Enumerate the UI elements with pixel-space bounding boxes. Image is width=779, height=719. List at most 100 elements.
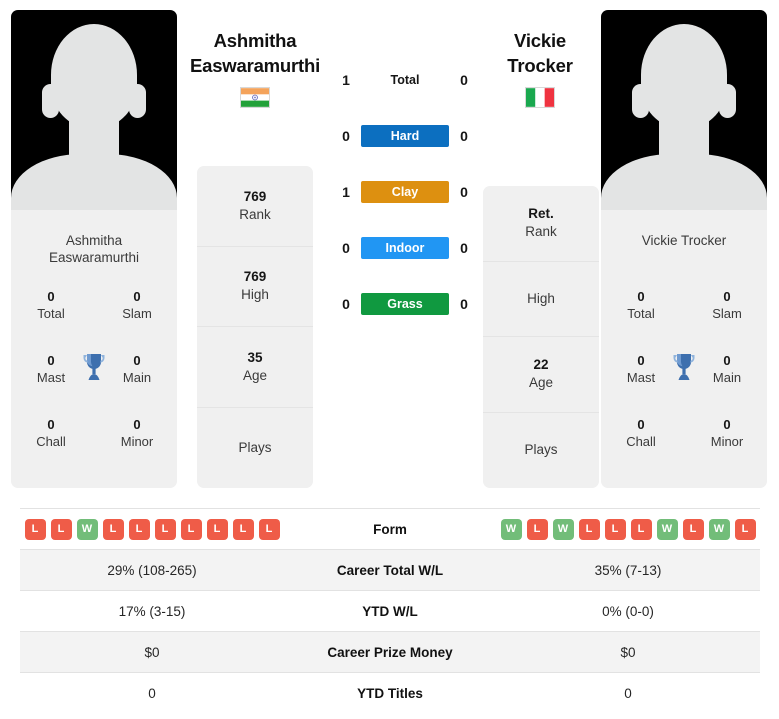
form-badge-l: L <box>206 518 228 540</box>
form-badge-w: W <box>500 518 522 540</box>
form-badge-l: L <box>682 518 704 540</box>
avatar-placeholder-icon <box>601 10 767 210</box>
form-badge-w: W <box>708 518 730 540</box>
table-row-career-prize-money: $0 Career Prize Money $0 <box>20 631 760 673</box>
info-row-age: 22 Age <box>483 337 599 413</box>
value-left: 29% (108-265) <box>20 549 284 591</box>
player-left-photo-caption: Ashmitha Easwaramurthi <box>11 210 177 286</box>
table-row-ytd-titles: 0 YTD Titles 0 <box>20 672 760 714</box>
stat-mast: 0 Mast <box>36 353 66 385</box>
h2h-row-clay: 1 Clay 0 <box>330 172 480 228</box>
value-left: 0 <box>148 685 156 701</box>
caption-line-2: Easwaramurthi <box>48 250 140 265</box>
form-badge-l: L <box>232 518 254 540</box>
stat-main: 0 Main <box>712 353 742 385</box>
row-label: Form <box>373 521 407 537</box>
form-badge-w: W <box>552 518 574 540</box>
comparison-table: LLWLLLLLLL Form WLWLLLWLWL 29% (108-265)… <box>20 508 760 714</box>
trophy-icon <box>673 354 695 380</box>
player-left-name: Ashmitha Easwaramurthi <box>189 30 321 76</box>
row-label: YTD W/L <box>362 603 418 619</box>
avatar-placeholder-icon <box>11 10 177 210</box>
h2h-row-hard: 0 Hard 0 <box>330 116 480 172</box>
stat-total: 0 Total <box>37 289 65 321</box>
caption-line-1: Vickie Trocker <box>641 233 727 248</box>
info-row-high: High <box>483 262 599 337</box>
trophy-icon <box>83 354 105 380</box>
info-row-age: 35 Age <box>197 327 313 408</box>
table-row-ytd-wl: 17% (3-15) YTD W/L 0% (0-0) <box>20 590 760 632</box>
h2h-left-count: 1 <box>342 184 350 200</box>
stat-chall: 0 Chall <box>36 417 66 449</box>
h2h-surface-bar-hard[interactable]: Hard <box>361 125 449 147</box>
player-card-right[interactable]: Vickie Trocker 0 Total 0 Slam 0 Mast 0 M… <box>601 10 767 488</box>
h2h-left-count: 0 <box>342 296 350 312</box>
stat-chall: 0 Chall <box>626 417 656 449</box>
caption-line-1: Ashmitha <box>65 233 123 248</box>
info-row-rank: 769 Rank <box>197 166 313 247</box>
h2h-left-count: 0 <box>342 128 350 144</box>
stat-minor: 0 Minor <box>710 417 744 449</box>
value-left: $0 <box>20 631 284 673</box>
form-badge-l: L <box>180 518 202 540</box>
form-badge-w: W <box>76 518 98 540</box>
form-badge-l: L <box>630 518 652 540</box>
h2h-surface-bar-clay[interactable]: Clay <box>361 181 449 203</box>
form-badge-l: L <box>128 518 150 540</box>
h2h-left-count: 0 <box>342 240 350 256</box>
form-right: WLWLLLWLWL <box>496 509 760 550</box>
info-row-plays: Plays <box>524 442 558 458</box>
value-right: 0 <box>624 685 632 701</box>
stat-total: 0 Total <box>627 289 655 321</box>
form-badge-l: L <box>154 518 176 540</box>
value-right: $0 <box>496 631 760 673</box>
value-right: 35% (7-13) <box>496 549 760 591</box>
h2h-label: Total <box>390 73 420 87</box>
flag-india-icon <box>240 87 270 108</box>
h2h-right-count: 0 <box>460 128 468 144</box>
player-comparison-header: Ashmitha Easwaramurthi 0 Total 0 Slam 0 … <box>0 0 779 494</box>
h2h-left-count: 1 <box>342 72 350 88</box>
info-row-rank: Ret. Rank <box>483 186 599 262</box>
table-row-form: LLWLLLLLLL Form WLWLLLWLWL <box>20 508 760 550</box>
h2h-right-count: 0 <box>460 296 468 312</box>
info-row-high: 769 High <box>197 247 313 327</box>
h2h-right-count: 0 <box>460 184 468 200</box>
form-badge-l: L <box>24 518 46 540</box>
form-badge-l: L <box>50 518 72 540</box>
form-badge-l: L <box>102 518 124 540</box>
form-badge-w: W <box>656 518 678 540</box>
h2h-right-count: 0 <box>460 240 468 256</box>
h2h-row-grass: 0 Grass 0 <box>330 284 480 340</box>
player-left-info-card[interactable]: 769 Rank 769 High 35 Age Plays <box>197 166 313 488</box>
form-badge-l: L <box>578 518 600 540</box>
player-left-titles-grid: 0 Total 0 Slam 0 Mast 0 Main 0 Chall 0 M… <box>11 286 177 488</box>
value-left: 17% (3-15) <box>118 603 186 619</box>
stat-main: 0 Main <box>122 353 152 385</box>
form-left: LLWLLLLLLL <box>20 509 284 550</box>
player-right-name: Vickie Trocker <box>507 30 573 76</box>
player-right-info-card[interactable]: Ret. Rank High 22 Age Plays <box>483 186 599 488</box>
stat-minor: 0 Minor <box>120 417 154 449</box>
row-label: YTD Titles <box>357 685 423 701</box>
stat-slam: 0 Slam <box>122 289 152 321</box>
h2h-surface-bar-grass[interactable]: Grass <box>361 293 449 315</box>
player-right-titles-grid: 0 Total 0 Slam 0 Mast 0 Main 0 Chall 0 M… <box>601 286 767 488</box>
player-right-name-block: Vickie Trocker <box>455 28 625 108</box>
player-card-left[interactable]: Ashmitha Easwaramurthi 0 Total 0 Slam 0 … <box>11 10 177 488</box>
h2h-row-indoor: 0 Indoor 0 <box>330 228 480 284</box>
form-badge-l: L <box>258 518 280 540</box>
row-label: Career Prize Money <box>284 631 496 673</box>
stat-slam: 0 Slam <box>712 289 742 321</box>
h2h-surface-bar-indoor[interactable]: Indoor <box>361 237 449 259</box>
form-badge-l: L <box>734 518 756 540</box>
value-right: 0% (0-0) <box>602 603 654 619</box>
info-row-plays: Plays <box>238 439 272 455</box>
form-badge-l: L <box>604 518 626 540</box>
stat-mast: 0 Mast <box>626 353 656 385</box>
player-left-name-block: Ashmitha Easwaramurthi <box>170 28 340 108</box>
table-row-career-total-wl: 29% (108-265) Career Total W/L 35% (7-13… <box>20 549 760 591</box>
player-right-photo-caption: Vickie Trocker <box>601 210 767 286</box>
row-label: Career Total W/L <box>284 549 496 591</box>
flag-italy-icon <box>525 87 555 108</box>
